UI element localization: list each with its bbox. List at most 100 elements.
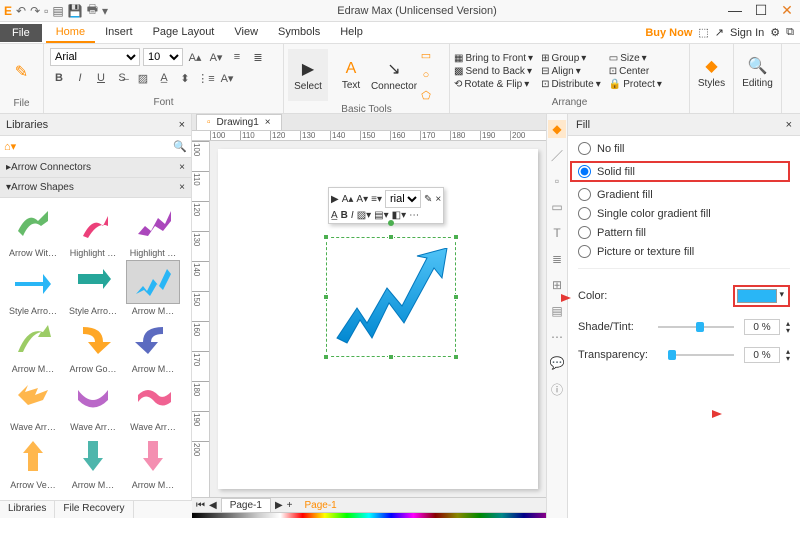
- shape-thumb[interactable]: Arrow Wit…: [4, 202, 62, 258]
- drawing-page[interactable]: ▶ A▴ A▾ ≡▾ rial ✎ × A̲ B I ▨▾ ▤▾ ◧: [218, 149, 538, 489]
- arrow-shape[interactable]: [332, 248, 452, 348]
- line-tab-icon[interactable]: ／: [548, 146, 566, 164]
- open-icon[interactable]: ▤: [52, 4, 63, 18]
- tab-help[interactable]: Help: [330, 23, 373, 43]
- file-menu[interactable]: File: [0, 24, 42, 42]
- close-fill-icon[interactable]: ×: [786, 119, 792, 131]
- shape-thumb[interactable]: Wave Arr…: [4, 376, 62, 432]
- line-icon[interactable]: ▤▾: [374, 210, 388, 221]
- tab-symbols[interactable]: Symbols: [268, 23, 330, 43]
- lib-section-connectors[interactable]: ▸ Arrow Connectors×: [0, 158, 191, 178]
- shape-thumb[interactable]: Highlight …: [64, 202, 122, 258]
- resize-handle[interactable]: [453, 294, 459, 300]
- shade-slider[interactable]: [658, 326, 734, 328]
- shape-thumb[interactable]: Wave Arr…: [64, 376, 122, 432]
- align-left-icon[interactable]: ≡: [228, 48, 246, 66]
- minimize-button[interactable]: —: [726, 2, 744, 19]
- info-tab-icon[interactable]: ⓘ: [548, 380, 566, 398]
- shadow-icon[interactable]: ◧▾: [392, 210, 406, 221]
- close-button[interactable]: ✕: [778, 2, 796, 19]
- font-size-select[interactable]: 10: [143, 48, 183, 66]
- page-add[interactable]: +: [287, 500, 293, 511]
- radio-no-fill[interactable]: No fill: [578, 142, 790, 155]
- distribute-button[interactable]: ⊡Distribute ▾: [541, 79, 601, 90]
- lib-tab-libraries[interactable]: Libraries: [0, 501, 55, 518]
- gear-icon[interactable]: ⚙: [770, 26, 780, 39]
- selection-box[interactable]: [326, 237, 456, 357]
- picture-tab-icon[interactable]: ▭: [548, 198, 566, 216]
- layers-tab-icon[interactable]: ≣: [548, 250, 566, 268]
- editing-button[interactable]: 🔍Editing: [738, 46, 777, 98]
- print-icon[interactable]: 🖶: [87, 0, 98, 21]
- transparency-slider[interactable]: [668, 354, 734, 356]
- undo-icon[interactable]: ↶: [16, 4, 26, 18]
- styles-button[interactable]: ◆Styles: [694, 46, 729, 98]
- shape-thumb[interactable]: Arrow M…: [4, 318, 62, 374]
- resize-handle[interactable]: [323, 234, 329, 240]
- align-icon[interactable]: ≡▾: [371, 194, 382, 205]
- shape-thumb[interactable]: Highlight …: [124, 202, 182, 258]
- spinner-icon[interactable]: ▴▾: [786, 320, 790, 334]
- shape-thumb[interactable]: Arrow M…: [64, 434, 122, 490]
- brush-icon[interactable]: ✎: [424, 194, 432, 205]
- tab-page-layout[interactable]: Page Layout: [143, 23, 225, 43]
- resize-handle[interactable]: [323, 294, 329, 300]
- redo-icon[interactable]: ↷: [30, 4, 40, 18]
- page-nav-prev[interactable]: ◀: [209, 500, 217, 511]
- search-icon[interactable]: 🔍: [173, 140, 187, 153]
- rect-shape-icon[interactable]: ▭: [417, 46, 435, 64]
- select-tool[interactable]: ▶Select: [288, 49, 328, 101]
- save-icon[interactable]: 💾: [68, 4, 83, 18]
- cursor-icon[interactable]: ▶: [331, 194, 339, 205]
- new-icon[interactable]: ▫: [44, 4, 48, 18]
- italic-icon[interactable]: I: [71, 69, 89, 87]
- shape-thumb[interactable]: Style Arro…: [4, 260, 62, 316]
- transparency-value[interactable]: 0 %: [744, 347, 780, 363]
- bold-icon[interactable]: B: [50, 69, 68, 87]
- rotate-handle[interactable]: [388, 220, 394, 226]
- bullets-icon[interactable]: ⋮≡: [197, 69, 215, 87]
- rotate-flip-button[interactable]: ⟲Rotate & Flip ▾: [454, 79, 533, 90]
- comment-tab-icon[interactable]: 💬: [548, 354, 566, 372]
- clipboard-button[interactable]: ✎: [4, 46, 39, 98]
- resize-handle[interactable]: [453, 354, 459, 360]
- buy-now-link[interactable]: Buy Now: [645, 27, 692, 39]
- shape-thumb[interactable]: Arrow Ve…: [4, 434, 62, 490]
- close-tab-icon[interactable]: ×: [265, 117, 271, 128]
- page-tab-1[interactable]: Page-1: [221, 498, 271, 512]
- shape-thumb[interactable]: Arrow Go…: [64, 318, 122, 374]
- more-tab-icon[interactable]: ⋯: [548, 328, 566, 346]
- close-libraries-icon[interactable]: ×: [179, 119, 185, 131]
- close-icon[interactable]: ×: [435, 194, 441, 205]
- radio-single-gradient[interactable]: Single color gradient fill: [578, 207, 790, 220]
- page-nav-next[interactable]: ▶: [275, 500, 283, 511]
- more-icon[interactable]: ⋯: [409, 210, 419, 221]
- strike-icon[interactable]: S̶: [113, 69, 131, 87]
- circle-shape-icon[interactable]: ○: [417, 66, 435, 84]
- highlight-icon[interactable]: ▨: [134, 69, 152, 87]
- lib-section-shapes[interactable]: ▾ Arrow Shapes×: [0, 178, 191, 198]
- protect-button[interactable]: 🔒Protect ▾: [609, 79, 662, 90]
- bold-icon[interactable]: B: [341, 210, 348, 221]
- font-dec-icon[interactable]: A▾: [356, 194, 368, 205]
- shape-thumb-selected[interactable]: Arrow M…: [124, 260, 182, 316]
- center-button[interactable]: ⊡Center: [609, 66, 662, 77]
- resize-handle[interactable]: [388, 354, 394, 360]
- maximize-button[interactable]: ☐: [752, 2, 770, 19]
- ruler-tab-icon[interactable]: ▤: [548, 302, 566, 320]
- shadow-tab-icon[interactable]: ▫: [548, 172, 566, 190]
- share-icon[interactable]: ↗: [715, 26, 724, 39]
- vertical-align-icon[interactable]: ⬍: [176, 69, 194, 87]
- size-button[interactable]: ▭Size ▾: [609, 53, 662, 64]
- doc-tab-drawing1[interactable]: ▫Drawing1×: [196, 114, 282, 130]
- italic-icon[interactable]: I: [351, 210, 354, 221]
- page-tab-2[interactable]: Page-1: [297, 499, 345, 512]
- resize-handle[interactable]: [323, 354, 329, 360]
- spinner-icon[interactable]: ▴▾: [786, 348, 790, 362]
- tab-view[interactable]: View: [224, 23, 268, 43]
- font-inc-icon[interactable]: A▴: [342, 194, 354, 205]
- text-tab-icon[interactable]: T: [548, 224, 566, 242]
- send-back-button[interactable]: ▩Send to Back ▾: [454, 66, 533, 77]
- fill-icon[interactable]: ▨▾: [357, 210, 371, 221]
- radio-solid-fill[interactable]: Solid fill: [578, 165, 782, 178]
